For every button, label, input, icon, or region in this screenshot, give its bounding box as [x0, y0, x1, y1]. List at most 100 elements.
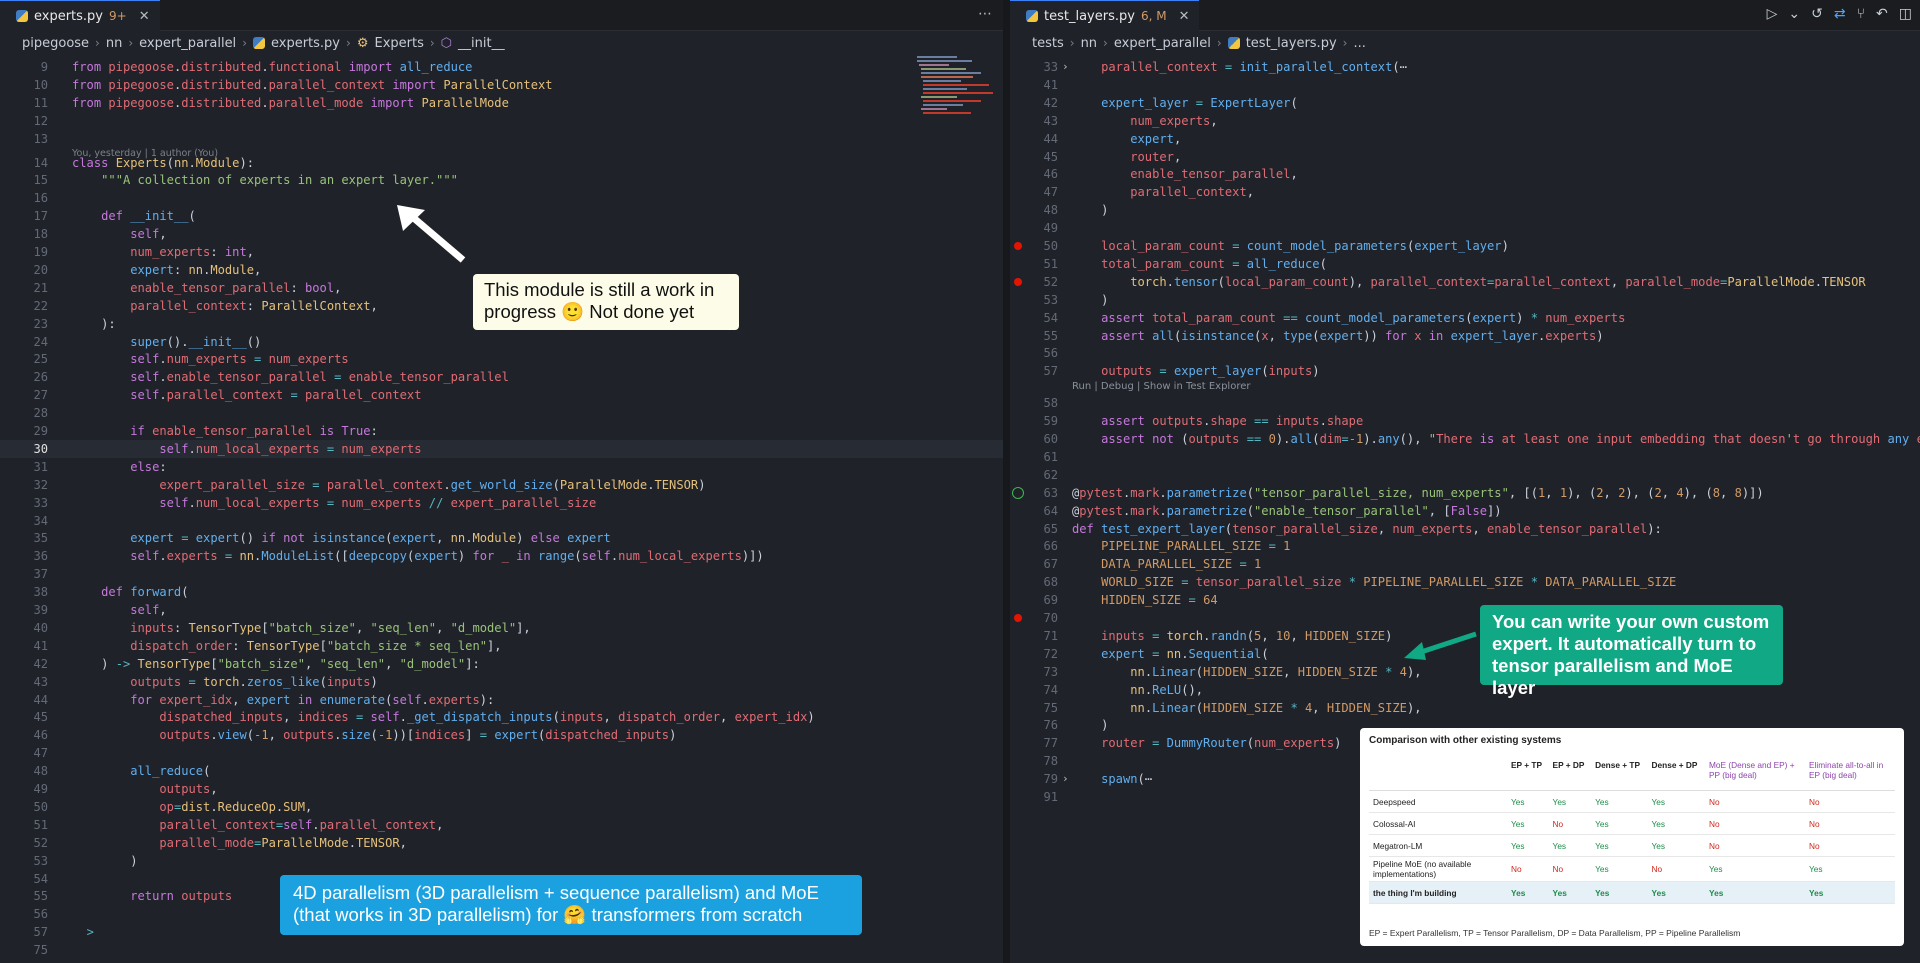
code-line[interactable]: 55 assert all(isinstance(x, type(expert)… — [1010, 327, 1920, 345]
code-line[interactable]: 51 total_param_count = all_reduce( — [1010, 255, 1920, 273]
code-line[interactable]: 37 — [0, 565, 1003, 583]
code-line[interactable]: 65 def test_expert_layer(tensor_parallel_… — [1010, 520, 1920, 538]
test-codelens[interactable]: Run | Debug | Show in Test Explorer — [1072, 381, 1250, 392]
code-line[interactable]: 45 dispatched_inputs, indices = self._ge… — [0, 708, 1003, 726]
code-line[interactable]: 73 nn.Linear(HIDDEN_SIZE, HIDDEN_SIZE * … — [1010, 663, 1920, 681]
code-line[interactable]: 56 — [1010, 344, 1920, 362]
code-line[interactable]: 64 @pytest.mark.parametrize("enable_tenso… — [1010, 502, 1920, 520]
code-line[interactable]: 62 — [1010, 466, 1920, 484]
code-line[interactable]: 54 assert total_param_count == count_mod… — [1010, 309, 1920, 327]
breakpoint-icon[interactable] — [1014, 614, 1022, 622]
code-line[interactable]: 41 — [1010, 76, 1920, 94]
code-line[interactable]: 47 parallel_context, — [1010, 183, 1920, 201]
code-line[interactable]: 28 — [0, 404, 1003, 422]
breadcrumb-item[interactable]: tests — [1032, 36, 1064, 51]
code-line[interactable]: 12 — [0, 112, 1003, 130]
minimap[interactable] — [915, 52, 995, 132]
code-line[interactable]: 13 — [0, 130, 1003, 148]
code-line[interactable]: 15 """A collection of experts in an expe… — [0, 171, 1003, 189]
code-line[interactable]: 32 expert_parallel_size = parallel_conte… — [0, 476, 1003, 494]
code-line[interactable]: 24 super().__init__() — [0, 333, 1003, 351]
code-line[interactable]: 18 self, — [0, 225, 1003, 243]
history-icon[interactable]: ↺ — [1811, 6, 1823, 22]
code-line[interactable]: 17 def __init__( — [0, 207, 1003, 225]
code-line[interactable]: 43 num_experts, — [1010, 112, 1920, 130]
code-line[interactable]: 46 enable_tensor_parallel, — [1010, 165, 1920, 183]
code-line[interactable]: 50 local_param_count = count_model_param… — [1010, 237, 1920, 255]
code-line[interactable]: 63 @pytest.mark.parametrize("tensor_paral… — [1010, 484, 1920, 502]
code-line[interactable]: 75 — [0, 941, 1003, 959]
tab-test-layers-py[interactable]: test_layers.py 6, M ✕ — [1010, 0, 1200, 31]
breadcrumb-item[interactable]: expert_parallel — [139, 36, 236, 51]
code-line[interactable]: 42 expert_layer = ExpertLayer( — [1010, 94, 1920, 112]
code-line[interactable]: 53 ) — [1010, 291, 1920, 309]
breadcrumb-item[interactable]: ... — [1353, 36, 1365, 51]
code-line[interactable]: 75 nn.Linear(HIDDEN_SIZE * 4, HIDDEN_SIZ… — [1010, 699, 1920, 717]
code-line[interactable]: 42 ) -> TensorType["batch_size", "seq_le… — [0, 655, 1003, 673]
breadcrumb-item[interactable]: pipegoose — [22, 36, 89, 51]
fold-chevron-icon[interactable]: › — [1062, 770, 1069, 788]
code-line[interactable]: 38 def forward( — [0, 583, 1003, 601]
compare-changes-icon[interactable]: ⇄ — [1834, 6, 1846, 22]
breadcrumb-item[interactable]: __init__ — [458, 36, 505, 51]
code-line[interactable]: 35 expert = expert() if not isinstance(e… — [0, 529, 1003, 547]
more-actions-icon[interactable]: ⋯ — [978, 6, 992, 22]
code-line[interactable]: 48 all_reduce( — [0, 762, 1003, 780]
code-line[interactable]: 48 ) — [1010, 201, 1920, 219]
run-icon[interactable]: ▷ — [1767, 6, 1778, 22]
chevron-down-icon[interactable]: ⌄ — [1788, 6, 1800, 22]
code-line[interactable]: 52 torch.tensor(local_param_count), para… — [1010, 273, 1920, 291]
code-line[interactable]: 16 — [0, 189, 1003, 207]
tab-experts-py[interactable]: experts.py 9+ ✕ — [0, 0, 160, 31]
code-line[interactable]: 44 expert, — [1010, 130, 1920, 148]
code-line[interactable]: 57 outputs = expert_layer(inputs) — [1010, 362, 1920, 380]
split-editor-icon[interactable]: ◫ — [1899, 6, 1912, 22]
code-line[interactable]: 51 parallel_context=self.parallel_contex… — [0, 816, 1003, 834]
breadcrumb-item[interactable]: Experts — [374, 36, 423, 51]
code-line[interactable]: 61 — [1010, 448, 1920, 466]
revert-icon[interactable]: ↶ — [1876, 6, 1888, 22]
close-icon[interactable]: ✕ — [1179, 9, 1190, 24]
breakpoint-icon[interactable] — [1014, 242, 1022, 250]
code-line[interactable]: 33 parallel_context = init_parallel_cont… — [1010, 58, 1920, 76]
code-line[interactable]: 49 outputs, — [0, 780, 1003, 798]
code-line[interactable]: 74 nn.ReLU(), — [1010, 681, 1920, 699]
code-line[interactable]: 11 from pipegoose.distributed.parallel_mo… — [0, 94, 1003, 112]
code-line[interactable]: 52 parallel_mode=ParallelMode.TENSOR, — [0, 834, 1003, 852]
code-line[interactable]: 40 inputs: TensorType["batch_size", "seq… — [0, 619, 1003, 637]
close-icon[interactable]: ✕ — [139, 9, 150, 24]
breadcrumb-item[interactable]: nn — [106, 36, 122, 51]
code-line[interactable]: 59 assert outputs.shape == inputs.shape — [1010, 412, 1920, 430]
git-branch-icon[interactable]: ⑂ — [1857, 6, 1865, 22]
code-line[interactable]: 46 outputs.view(-1, outputs.size(-1))[in… — [0, 726, 1003, 744]
code-line[interactable]: 34 — [0, 512, 1003, 530]
breadcrumb-item[interactable]: experts.py — [271, 36, 340, 51]
code-line[interactable]: 26 self.enable_tensor_parallel = enable_… — [0, 368, 1003, 386]
code-line[interactable]: 44 for expert_idx, expert in enumerate(s… — [0, 691, 1003, 709]
code-line[interactable]: 41 dispatch_order: TensorType["batch_siz… — [0, 637, 1003, 655]
code-line[interactable]: 53 ) — [0, 852, 1003, 870]
code-line[interactable]: 50 op=dist.ReduceOp.SUM, — [0, 798, 1003, 816]
code-line[interactable]: 68 WORLD_SIZE = tensor_parallel_size * P… — [1010, 573, 1920, 591]
editor-splitter[interactable] — [1003, 0, 1010, 963]
code-line[interactable]: 36 self.experts = nn.ModuleList([deepcop… — [0, 547, 1003, 565]
code-line[interactable]: 19 num_experts: int, — [0, 243, 1003, 261]
code-line[interactable]: 60 assert not (outputs == 0).all(dim=-1)… — [1010, 430, 1920, 448]
code-line[interactable]: 33 self.num_local_experts = num_experts … — [0, 494, 1003, 512]
code-line[interactable]: 69 HIDDEN_SIZE = 64 — [1010, 591, 1920, 609]
code-line[interactable]: 27 self.parallel_context = parallel_cont… — [0, 386, 1003, 404]
code-line[interactable]: 9 from pipegoose.distributed.functional i… — [0, 58, 1003, 76]
code-line[interactable]: 43 outputs = torch.zeros_like(inputs) — [0, 673, 1003, 691]
breadcrumb-item[interactable]: nn — [1081, 36, 1097, 51]
code-line[interactable]: 70 — [1010, 609, 1920, 627]
code-line[interactable]: 49 — [1010, 219, 1920, 237]
code-line[interactable]: 47 — [0, 744, 1003, 762]
code-line[interactable]: 10 from pipegoose.distributed.parallel_co… — [0, 76, 1003, 94]
code-line[interactable]: 39 self, — [0, 601, 1003, 619]
code-line[interactable]: 67 DATA_PARALLEL_SIZE = 1 — [1010, 555, 1920, 573]
test-passed-icon[interactable] — [1012, 486, 1024, 499]
code-line[interactable]: 66 PIPELINE_PARALLEL_SIZE = 1 — [1010, 537, 1920, 555]
fold-chevron-icon[interactable]: › — [1062, 58, 1069, 76]
code-line[interactable]: 29 if enable_tensor_parallel is True: — [0, 422, 1003, 440]
code-editor[interactable]: 9 from pipegoose.distributed.functional i… — [0, 58, 1003, 963]
